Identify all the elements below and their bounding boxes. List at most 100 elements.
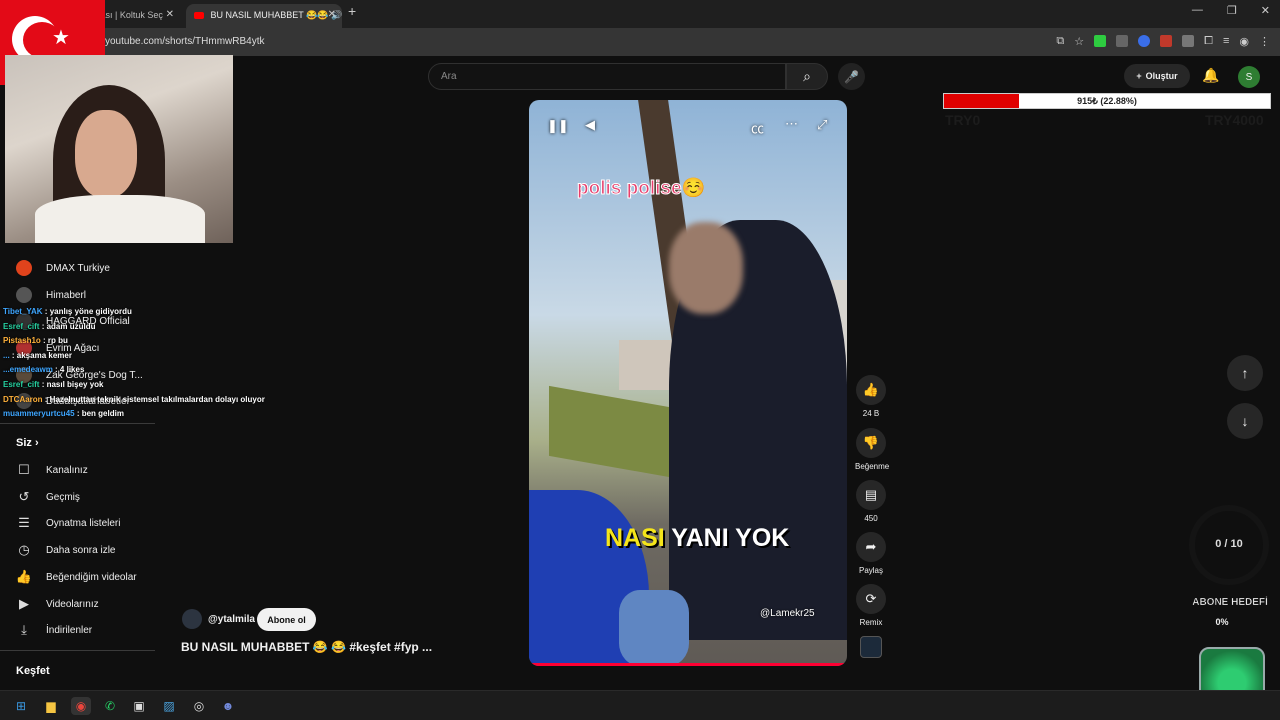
thumbs-up-icon: 👍 <box>856 375 886 405</box>
like-count: 24 B <box>862 409 880 418</box>
sidebar-item-himaberl[interactable]: Himaberl <box>16 287 86 303</box>
search-button[interactable]: ⌕ <box>786 63 828 90</box>
remix-button[interactable]: ⟳ Remix <box>855 584 887 627</box>
chrome-icon[interactable]: ◉ <box>71 697 91 715</box>
goal-max-label: TRY4000 <box>1205 112 1264 128</box>
pause-icon[interactable]: ❚❚ <box>547 118 569 134</box>
comments-button[interactable]: ▤ 450 <box>855 480 887 523</box>
sidebar-item-label: Kanalınız <box>46 464 88 476</box>
arrow-down-icon: ↓ <box>1241 413 1249 429</box>
avatar[interactable]: S <box>1238 66 1260 88</box>
whatsapp-icon[interactable]: ✆ <box>101 697 119 715</box>
address-bar: youtube.com/shorts/THmmwRB4ytk ⧉ ☆ ⧠ ≡ ◉… <box>0 28 1280 56</box>
chat-message: Esref_cift : nasıl bişey yok <box>3 379 104 389</box>
extension-icon[interactable] <box>1182 35 1195 47</box>
video-caption-bottom: NASI YANI YOK <box>605 524 790 552</box>
divider <box>0 650 155 651</box>
chat-message: muammeryurtcu45 : ben geldim <box>3 409 124 419</box>
donation-goal-bar: 915₺ (22.88%) <box>943 93 1271 109</box>
volume-icon[interactable]: ◀ <box>585 117 595 133</box>
more-options-icon[interactable]: ⋯ <box>785 116 798 132</box>
search-placeholder: Ara <box>441 71 457 82</box>
video-title[interactable]: BU NASIL MUHABBET 😂 😂 #keşfet #fyp ... <box>181 640 432 654</box>
sub-goal-percent: 0% <box>1215 617 1229 627</box>
sidebar-item-downloads[interactable]: ⤓ İndirilenler <box>16 622 92 638</box>
extension-icon[interactable] <box>1116 35 1129 47</box>
sidebar-item-label: Geçmiş <box>46 491 80 503</box>
fullscreen-icon[interactable]: ⤢ <box>817 117 827 133</box>
close-tab-icon[interactable]: ✕ <box>328 4 336 26</box>
file-explorer-icon[interactable]: ▆ <box>42 697 60 715</box>
search-input[interactable]: Ara <box>428 63 786 90</box>
sidebar-item-label: Beğendiğim videolar <box>46 571 137 583</box>
browser-tab-2[interactable]: BU NASIL MUHABBET 😂😂 🔊 ✕ <box>186 4 342 28</box>
sidebar-item-watch-later[interactable]: ◷ Daha sonra izle <box>16 542 115 558</box>
clock-icon: ◷ <box>18 542 30 557</box>
captions-icon[interactable]: ㏄ <box>751 118 764 137</box>
you-section-title[interactable]: Siz › <box>16 437 39 449</box>
channel-thumbnail[interactable] <box>860 636 882 658</box>
sidebar-item-label: DMAX Turkiye <box>46 262 110 274</box>
plus-icon: + <box>1136 71 1142 81</box>
voice-search-button[interactable]: 🎤 <box>838 63 865 90</box>
extension-icon[interactable] <box>1160 35 1173 47</box>
sidebar-item-label: Videolarınız <box>46 598 99 610</box>
menu-kebab-icon[interactable]: ⋮ <box>1259 35 1270 48</box>
sub-counter-text: 0 / 10 <box>1215 538 1243 550</box>
create-button[interactable]: + Oluştur <box>1124 64 1190 88</box>
tab-title: BU NASIL MUHABBET 😂😂 🔊 <box>210 10 342 20</box>
chat-message: ... : akşama kemer <box>3 350 72 360</box>
remix-icon: ⟳ <box>856 584 886 614</box>
stream-chat-overlay: Tibet_YAK : yanlış yöne gidiyordu Esref_… <box>3 305 273 422</box>
sidebar-item-label: Himaberl <box>46 289 87 301</box>
star-icon: ★ <box>52 27 70 49</box>
sidebar-item-your-videos[interactable]: ▶ Videolarınız <box>16 596 99 612</box>
video-icon: ▶ <box>19 596 29 611</box>
chat-message: ...emedeawm : 4 likes <box>3 365 85 375</box>
new-tab-button[interactable]: + <box>348 3 356 19</box>
install-app-icon[interactable]: ⧉ <box>1056 35 1064 48</box>
chat-message: Tibet_YAK : yanlış yöne gidiyordu <box>3 307 132 316</box>
obs-icon[interactable]: ◎ <box>190 697 208 715</box>
next-video-button[interactable]: ↓ <box>1227 403 1263 439</box>
thumbs-down-icon: 👎 <box>856 428 886 458</box>
channel-icon: ☐ <box>18 462 30 477</box>
history-icon: ↺ <box>18 489 30 504</box>
shorts-video-player[interactable]: ❚❚ ◀ ㏄ ⋯ ⤢ polis polise☺️ NASI YANI YOK … <box>529 100 847 666</box>
photos-icon[interactable]: ▨ <box>160 697 178 715</box>
sidebar-item-your-channel[interactable]: ☐ Kanalınız <box>16 462 88 478</box>
goal-min-label: TRY0 <box>945 112 981 128</box>
bookmark-star-icon[interactable]: ☆ <box>1074 35 1084 48</box>
dislike-button[interactable]: 👎 Beğenme <box>855 428 889 471</box>
previous-video-button[interactable]: ↑ <box>1227 355 1263 391</box>
chat-message: Pistash1o : rp bu <box>3 336 68 346</box>
profile-icon[interactable]: ◉ <box>1239 35 1249 48</box>
share-button[interactable]: ➦ Paylaş <box>855 532 887 575</box>
extension-icon[interactable] <box>1138 35 1151 47</box>
like-button[interactable]: 👍 24 B <box>855 375 887 418</box>
microphone-icon: 🎤 <box>844 69 859 84</box>
extension-icon[interactable] <box>1094 35 1107 47</box>
channel-avatar <box>16 287 32 303</box>
subscribe-button[interactable]: Abone ol <box>257 608 316 631</box>
browser-tab-bar: itası | Koltuk Seç ✕ BU NASIL MUHABBET 😂… <box>0 0 1280 28</box>
discord-icon[interactable]: ☻ <box>219 697 237 715</box>
extensions-puzzle-icon[interactable]: ⧠ <box>1204 35 1213 48</box>
video-progress-bar[interactable] <box>529 663 847 666</box>
sidebar-item-playlists[interactable]: ☰ Oynatma listeleri <box>16 515 120 531</box>
video-channel[interactable]: @ytalmila <box>182 609 255 629</box>
channel-avatar <box>182 609 202 629</box>
maximize-button[interactable]: ❐ <box>1227 4 1237 17</box>
explore-section-title[interactable]: Keşfet <box>16 665 50 677</box>
app-icon[interactable]: ▣ <box>130 697 148 715</box>
close-window-button[interactable]: ✕ <box>1261 4 1270 17</box>
minimize-button[interactable]: — <box>1192 4 1203 17</box>
url-input[interactable]: youtube.com/shorts/THmmwRB4ytk <box>105 36 265 47</box>
close-tab-icon[interactable]: ✕ <box>166 4 174 26</box>
sidebar-item-history[interactable]: ↺ Geçmiş <box>16 489 80 505</box>
sidebar-item-liked-videos[interactable]: 👍 Beğendiğim videolar <box>16 569 137 585</box>
sidebar-item-dmax[interactable]: DMAX Turkiye <box>16 260 110 276</box>
windows-start-icon[interactable]: ⊞ <box>12 697 30 715</box>
notifications-bell-icon[interactable]: 🔔 <box>1202 67 1219 84</box>
media-control-icon[interactable]: ≡ <box>1223 35 1229 48</box>
